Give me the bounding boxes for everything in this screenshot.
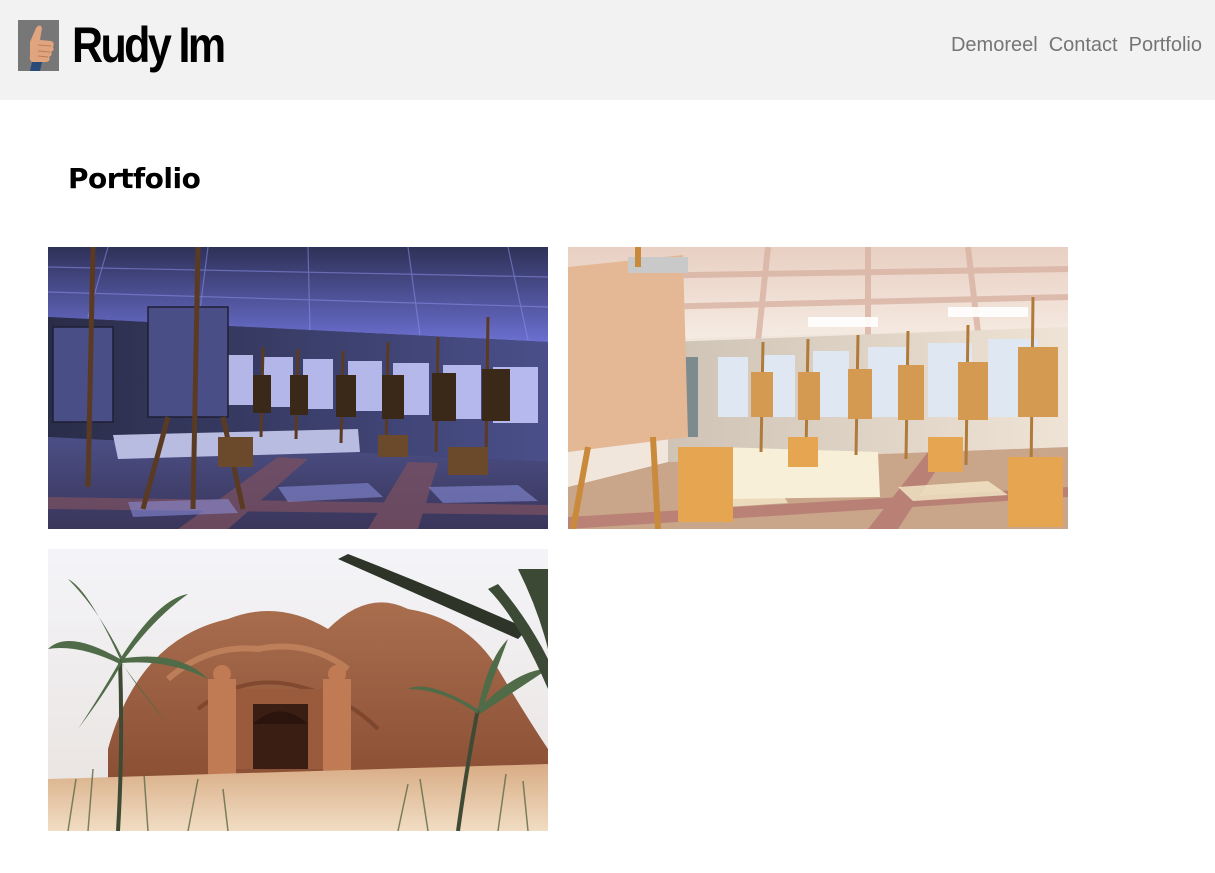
art-studio-warm-image [568,247,1068,529]
jungle-temple-image [48,549,548,831]
site-title: Rudy Im [72,17,226,73]
home-link[interactable]: Rudy Im [18,18,248,73]
nav-link-contact[interactable]: Contact [1049,33,1118,57]
nav-link-portfolio[interactable]: Portfolio [1129,33,1202,57]
gallery-thumbnail-jungle-temple[interactable] [48,549,548,831]
site-header: Rudy Im Demoreel Contact Portfolio [0,0,1215,100]
main-nav: Demoreel Contact Portfolio [951,33,1202,57]
nav-link-demoreel[interactable]: Demoreel [951,33,1038,57]
thumbs-up-icon [18,20,59,71]
gallery-thumbnail-art-studio-warm[interactable] [568,247,1068,529]
art-studio-blue-image [48,247,548,529]
gallery-thumbnail-art-studio-blue[interactable] [48,247,548,529]
page-title: Portfolio [68,162,201,195]
